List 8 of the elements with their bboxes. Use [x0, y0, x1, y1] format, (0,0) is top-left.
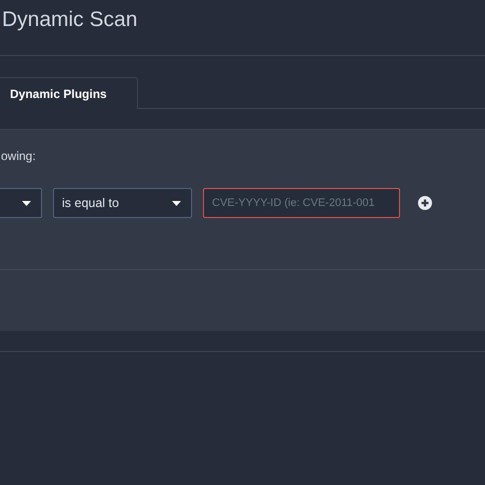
- caret-icon: [22, 200, 31, 206]
- cve-input-field[interactable]: CVE-YYYY-ID (ie: CVE-2011-001: [203, 188, 400, 218]
- caret-icon: [172, 200, 181, 206]
- page-title: Dynamic Scan: [2, 7, 138, 33]
- dropdown[interactable]: is equal to: [53, 188, 192, 218]
- filter-prompt: owing:: [1, 148, 36, 165]
- tab[interactable]: Dynamic Plugins: [0, 77, 138, 109]
- add-icon[interactable]: [418, 196, 432, 210]
